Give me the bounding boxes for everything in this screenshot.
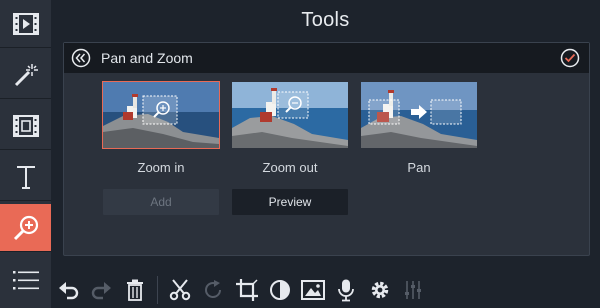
effect-zoom-out[interactable] <box>232 82 348 148</box>
pan-zoom-panel: Pan and Zoom Zoom in Zoom out Pan Add Pr… <box>63 42 590 256</box>
left-sidebar <box>0 0 51 308</box>
sidebar-item-effects[interactable] <box>0 51 51 99</box>
effect-zoom-in[interactable] <box>102 81 220 149</box>
contrast-icon <box>270 280 290 300</box>
page-title: Tools <box>301 9 350 31</box>
pan-thumbnail <box>361 82 477 148</box>
gear-icon <box>371 281 389 299</box>
panel-title: Pan and Zoom <box>101 50 193 66</box>
delete-button[interactable] <box>119 274 151 306</box>
toolbar-separator <box>157 276 158 304</box>
sidebar-item-film[interactable] <box>0 0 51 48</box>
microphone-icon <box>338 279 354 302</box>
undo-button[interactable] <box>53 274 85 306</box>
text-icon <box>16 165 35 189</box>
add-button[interactable]: Add <box>103 189 219 215</box>
zoom-icon <box>13 215 38 240</box>
redo-icon <box>91 282 111 300</box>
scissors-icon <box>169 279 191 301</box>
collapse-back-icon[interactable] <box>71 48 91 68</box>
rotate-button[interactable] <box>197 274 229 306</box>
menu-icon <box>12 271 39 290</box>
bottom-toolbar <box>51 270 600 308</box>
panel-header: Pan and Zoom <box>64 43 589 73</box>
effect-pan[interactable] <box>361 82 477 148</box>
rotate-icon <box>205 280 221 298</box>
trash-icon <box>127 279 143 301</box>
record-audio-button[interactable] <box>330 274 362 306</box>
apply-check-icon[interactable] <box>560 48 580 68</box>
sidebar-item-text[interactable] <box>0 153 51 201</box>
film-icon <box>12 12 39 35</box>
color-adjust-button[interactable] <box>264 274 296 306</box>
sidebar-item-clip[interactable] <box>0 102 51 150</box>
redo-button[interactable] <box>85 274 117 306</box>
undo-icon <box>59 282 79 300</box>
split-button[interactable] <box>164 274 196 306</box>
equalizer-button[interactable] <box>397 274 429 306</box>
settings-button[interactable] <box>364 274 396 306</box>
image-button[interactable] <box>297 274 329 306</box>
equalizer-icon <box>405 281 421 299</box>
sidebar-item-pan-zoom[interactable] <box>0 204 51 252</box>
image-icon <box>301 280 325 300</box>
crop-button[interactable] <box>231 274 263 306</box>
preview-button[interactable]: Preview <box>232 189 348 215</box>
zoom-out-label: Zoom out <box>262 160 318 175</box>
crop-icon <box>236 279 258 301</box>
zoom-in-label: Zoom in <box>137 160 185 175</box>
pan-label: Pan <box>407 160 431 175</box>
zoom-out-thumbnail <box>232 82 348 148</box>
clip-icon <box>12 114 39 137</box>
magic-wand-icon <box>14 63 38 86</box>
zoom-in-thumbnail <box>102 81 220 149</box>
sidebar-item-more[interactable] <box>0 256 51 304</box>
